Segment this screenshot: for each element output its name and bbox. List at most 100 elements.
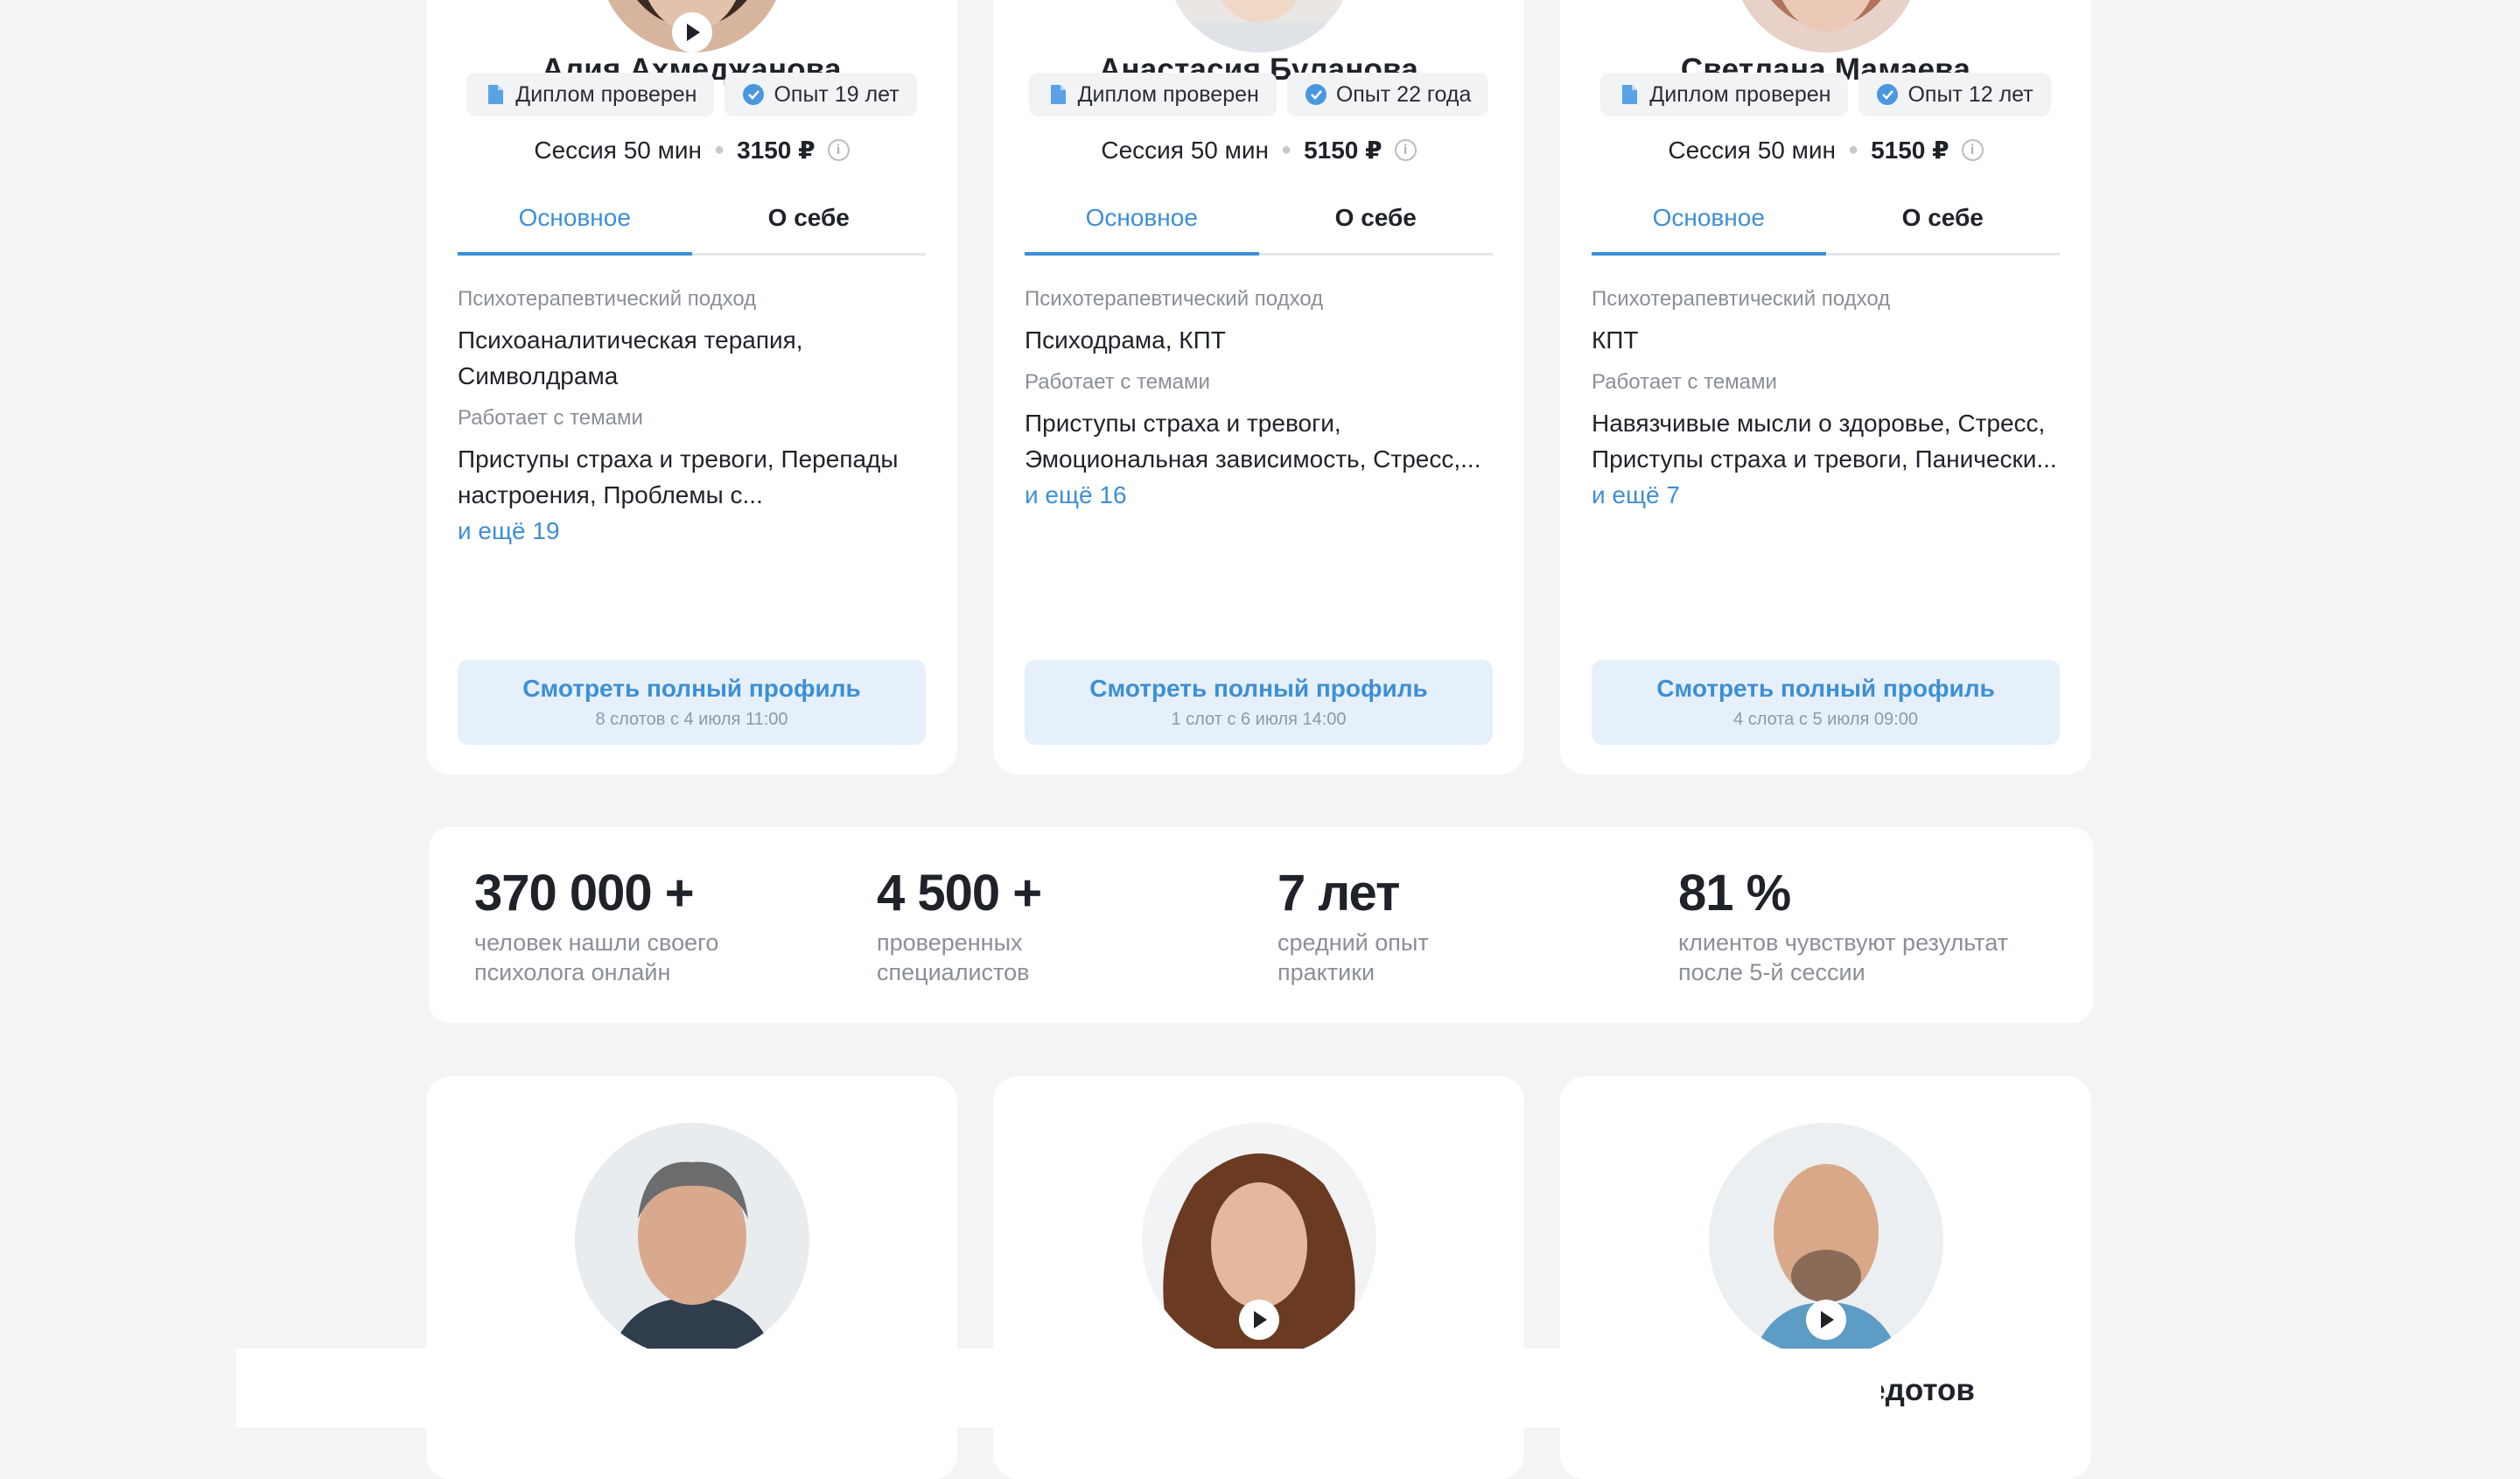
experience-label: Опыт 12 лет	[1908, 81, 2034, 107]
view-profile-button[interactable]: Смотреть полный профиль 4 слота с 5 июля…	[1592, 660, 2060, 745]
available-slots: 4 слота с 5 июля 09:00	[1733, 710, 1918, 729]
stat-description: средний опыт практики	[1278, 928, 1429, 987]
separator-dot: ●	[1281, 140, 1292, 159]
psychologist-card-3: Светлана Мамаева Диплом проверен Опыт 12…	[1560, 0, 2091, 775]
stat-description: клиентов чувствуют результат после 5-й с…	[1678, 928, 2008, 987]
stat-description: человек нашли своего психолога онлайн	[474, 928, 718, 987]
approach-label: Психотерапевтический подход	[1025, 287, 1324, 311]
profile-tabs: Основное О себе	[458, 197, 926, 256]
topics-label: Работает с темами	[1025, 370, 1210, 394]
topics-label: Работает с темами	[458, 406, 643, 430]
profile-details: Психотерапевтический подход Психодрама, …	[1025, 287, 1493, 513]
tab-main[interactable]: Основное	[1592, 197, 1826, 256]
document-icon	[1622, 85, 1638, 104]
stat-value: 4 500 +	[877, 865, 1042, 922]
avatar-photo	[574, 1123, 809, 1357]
avatar[interactable]	[598, 0, 786, 53]
verified-check-icon	[1877, 84, 1899, 105]
info-icon[interactable]: i	[1394, 139, 1417, 161]
more-topics-link[interactable]: и ещё 7	[1592, 477, 2060, 513]
stats-panel: 370 000 + человек нашли своего психолога…	[429, 827, 2093, 1023]
info-icon[interactable]: i	[827, 139, 850, 161]
approach-value: КПТ	[1592, 326, 1639, 354]
tab-about[interactable]: О себе	[1259, 197, 1494, 253]
avatar[interactable]	[1732, 0, 1920, 53]
experience-badge: Опыт 22 года	[1286, 73, 1489, 116]
session-price: 3150 ₽	[737, 137, 816, 164]
stat-description-line: проверенных	[877, 929, 1023, 956]
avatar[interactable]	[574, 1123, 809, 1357]
approach-label: Психотерапевтический подход	[458, 287, 757, 311]
stat-description-line: психолога онлайн	[474, 959, 671, 985]
profile-details: Психотерапевтический подход Психоаналити…	[458, 287, 926, 549]
session-price: 5150 ₽	[1304, 137, 1382, 164]
info-icon[interactable]: i	[1961, 139, 1984, 161]
diploma-badge: Диплом проверен	[1028, 73, 1277, 116]
session-duration: Сессия 50 мин	[534, 136, 702, 164]
verified-check-icon	[743, 84, 765, 105]
play-icon[interactable]	[671, 12, 712, 53]
psychologist-card-2: Анастасия Буланова Диплом проверен Опыт …	[993, 0, 1524, 775]
diploma-label: Диплом проверен	[515, 81, 697, 107]
separator-dot: ●	[1848, 140, 1859, 159]
approach-label: Психотерапевтический подход	[1592, 287, 1891, 311]
stat-description-line: специалистов	[877, 959, 1030, 985]
topics-label: Работает с темами	[1592, 370, 1777, 394]
more-topics-link[interactable]: и ещё 16	[1025, 477, 1493, 513]
document-icon	[1050, 85, 1066, 104]
session-duration: Сессия 50 мин	[1101, 136, 1269, 164]
diploma-label: Диплом проверен	[1649, 81, 1831, 107]
diploma-label: Диплом проверен	[1077, 81, 1259, 107]
avatar[interactable]	[1141, 1123, 1376, 1357]
document-icon	[488, 85, 504, 104]
stat-description: проверенных специалистов	[877, 928, 1041, 987]
stat-description-line: человек нашли своего	[474, 929, 719, 956]
profile-tabs: Основное О себе	[1592, 197, 2060, 256]
avatar[interactable]	[1165, 0, 1353, 53]
tab-main[interactable]: Основное	[458, 197, 692, 256]
avatar-photo	[1165, 0, 1353, 53]
diploma-badge: Диплом проверен	[1600, 73, 1849, 116]
avatar-photo	[1732, 0, 1920, 53]
stat-description-line: после 5-й сессии	[1678, 959, 1866, 985]
approach-value: Психодрама, КПТ	[1025, 326, 1226, 354]
more-topics-link[interactable]: и ещё 19	[458, 513, 926, 549]
tab-about[interactable]: О себе	[1826, 197, 2061, 253]
available-slots: 1 слот с 6 июля 14:00	[1171, 710, 1347, 729]
experience-badge: Опыт 12 лет	[1858, 73, 2051, 116]
session-duration: Сессия 50 мин	[1668, 136, 1836, 164]
session-price: 5150 ₽	[1871, 137, 1950, 164]
topics-value: Приступы страха и тревоги, Перепады наст…	[458, 445, 899, 508]
stat-item: 4 500 + проверенных специалистов	[877, 864, 1042, 987]
stat-description-line: клиентов чувствуют результат	[1678, 929, 2009, 956]
topics-value: Навязчивые мысли о здоровье, Стресс, При…	[1592, 410, 2057, 473]
stat-item: 7 лет средний опыт практики	[1278, 864, 1429, 987]
bottom-overlay	[236, 1349, 1881, 1427]
stat-value: 7 лет	[1278, 865, 1400, 922]
play-icon[interactable]	[1238, 1300, 1279, 1340]
stat-item: 370 000 + человек нашли своего психолога…	[474, 864, 718, 987]
view-profile-label: Смотреть полный профиль	[1089, 675, 1428, 702]
verified-check-icon	[1305, 84, 1326, 105]
view-profile-button[interactable]: Смотреть полный профиль 1 слот с 6 июля …	[1025, 660, 1493, 745]
tab-about[interactable]: О себе	[692, 197, 927, 253]
profile-tabs: Основное О себе	[1025, 197, 1493, 256]
stat-description-line: средний опыт	[1278, 929, 1429, 956]
view-profile-label: Смотреть полный профиль	[522, 675, 861, 702]
available-slots: 8 слотов с 4 июля 11:00	[595, 710, 788, 729]
stat-value: 370 000 +	[474, 865, 695, 922]
diploma-badge: Диплом проверен	[466, 73, 715, 116]
approach-value: Психоаналитическая терапия, Символдрама	[458, 326, 803, 389]
play-icon[interactable]	[1805, 1300, 1846, 1340]
profile-details: Психотерапевтический подход КПТ Работает…	[1592, 287, 2060, 513]
tab-main[interactable]: Основное	[1025, 197, 1259, 256]
avatar[interactable]	[1708, 1123, 1943, 1357]
experience-label: Опыт 22 года	[1335, 81, 1472, 107]
stat-description-line: практики	[1278, 959, 1376, 985]
stat-value: 81 %	[1678, 865, 1791, 922]
stat-item: 81 % клиентов чувствуют результат после …	[1678, 864, 2008, 987]
experience-badge: Опыт 19 лет	[724, 73, 917, 116]
view-profile-label: Смотреть полный профиль	[1656, 675, 1995, 702]
separator-dot: ●	[714, 140, 725, 159]
view-profile-button[interactable]: Смотреть полный профиль 8 слотов с 4 июл…	[458, 660, 926, 745]
